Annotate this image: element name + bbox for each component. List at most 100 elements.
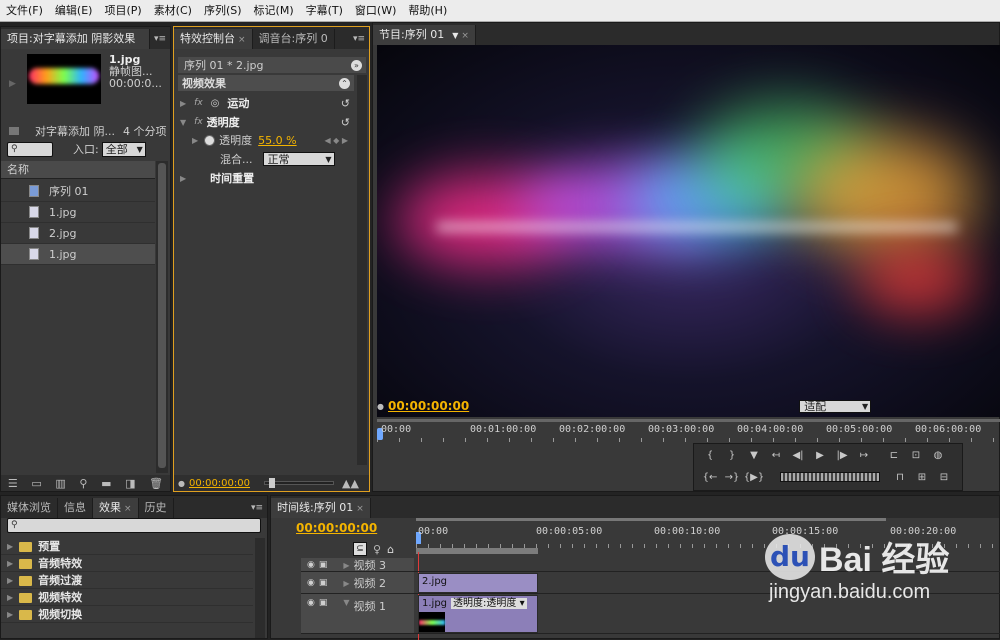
- project-item[interactable]: 序列 01: [1, 181, 155, 202]
- project-scrollbar[interactable]: [156, 161, 168, 473]
- program-timecode[interactable]: 00:00:00:00: [388, 399, 469, 413]
- menu-item[interactable]: 项目(P): [98, 0, 147, 22]
- film-icon[interactable]: ▣: [319, 598, 328, 608]
- play-in-to-out-icon[interactable]: {▶}: [744, 469, 764, 485]
- effect-timecode[interactable]: 00:00:00:00: [189, 478, 250, 489]
- new-bin-icon[interactable]: ▬: [101, 477, 111, 490]
- expand-icon[interactable]: ▶: [180, 174, 186, 183]
- project-item[interactable]: 1.jpg: [1, 202, 155, 223]
- expand-icon[interactable]: ▶: [192, 136, 198, 145]
- expand-icon[interactable]: ▶: [180, 99, 186, 108]
- play-icon[interactable]: ▶: [810, 447, 830, 463]
- reset-icon[interactable]: ↺: [341, 116, 350, 129]
- set-in-icon[interactable]: {: [700, 447, 720, 463]
- close-icon[interactable]: ×: [356, 504, 364, 514]
- track-header[interactable]: ◉ ▣ ▶ 视频 2: [301, 572, 414, 593]
- eye-icon[interactable]: ◉: [307, 578, 315, 588]
- expand-icon[interactable]: ▶: [7, 576, 13, 585]
- effects-scrollbar[interactable]: [255, 538, 265, 638]
- tab-effects-panel[interactable]: 历史: [139, 498, 174, 518]
- tab-effects-panel[interactable]: 信息: [58, 498, 93, 518]
- effects-search-input[interactable]: ⚲: [7, 518, 261, 533]
- timeline-timecode[interactable]: 00:00:00:00: [296, 521, 377, 535]
- menu-item[interactable]: 帮助(H): [402, 0, 453, 22]
- new-item-icon[interactable]: ◨: [125, 477, 135, 490]
- settings-icon[interactable]: ◍: [928, 447, 948, 463]
- multicam-icon[interactable]: ⊞: [912, 469, 932, 485]
- timeline-clip[interactable]: 1.jpg 透明度:透明度 ▾: [418, 595, 538, 633]
- expand-icon[interactable]: ▶: [7, 593, 13, 602]
- effects-folder[interactable]: ▶ 预置: [1, 538, 253, 555]
- automate-icon[interactable]: ▥: [55, 477, 65, 490]
- menu-item[interactable]: 序列(S): [198, 0, 248, 22]
- clip-fx-dropdown[interactable]: 透明度:透明度 ▾: [451, 598, 527, 609]
- menu-item[interactable]: 字幕(T): [300, 0, 349, 22]
- tab-timeline[interactable]: 时间线:序列 01 ×: [271, 498, 371, 518]
- column-header-name[interactable]: 名称: [1, 161, 155, 179]
- mountain-icon[interactable]: ▲▲: [342, 477, 359, 490]
- tab-effect-controls[interactable]: 特效控制台 ×: [174, 29, 253, 49]
- tab-effects-panel[interactable]: 效果 ×: [93, 498, 139, 518]
- film-icon[interactable]: ▣: [319, 560, 328, 570]
- tab-project[interactable]: 项目:对字幕添加 阴影效果: [1, 29, 150, 49]
- collapse-opacity-icon[interactable]: ▼: [180, 118, 186, 127]
- expand-icon[interactable]: ▼: [343, 598, 349, 607]
- keyframe-nav[interactable]: ◀ ◆ ▶: [324, 136, 348, 145]
- menu-item[interactable]: 标记(M): [248, 0, 300, 22]
- film-icon[interactable]: ▣: [319, 578, 328, 588]
- eye-icon[interactable]: ◉: [307, 560, 315, 570]
- step-forward-icon[interactable]: |▶: [832, 447, 852, 463]
- go-to-out-icon[interactable]: ↦: [854, 447, 874, 463]
- fx-badge[interactable]: fx: [194, 117, 203, 127]
- effect-time-remap[interactable]: ▶ 时间重置: [178, 170, 354, 186]
- tab-audio-mixer[interactable]: 调音台:序列 0: [253, 29, 335, 49]
- close-icon[interactable]: ×: [461, 31, 469, 41]
- keyframe-icon[interactable]: ♀: [373, 543, 381, 556]
- timeline-clip[interactable]: 2.jpg: [418, 573, 538, 593]
- collapse-icon[interactable]: ⌃: [339, 77, 350, 89]
- go-to-in-icon[interactable]: ↤: [766, 447, 786, 463]
- delete-icon[interactable]: 🗑: [149, 477, 163, 490]
- menu-item[interactable]: 编辑(E): [49, 0, 99, 22]
- fit-dropdown[interactable]: 适配 ▼: [799, 399, 872, 413]
- jog-slider[interactable]: [780, 472, 880, 482]
- lift-icon[interactable]: ⊏: [884, 447, 904, 463]
- effects-folder[interactable]: ▶ 视频特效: [1, 589, 253, 606]
- effect-motion[interactable]: ▶ fx ◎ 运动 ↺: [178, 95, 354, 111]
- program-time-ruler[interactable]: 00:00 00:01:00:00 00:02:00:00 00:03:00:00 00…: [377, 419, 1000, 442]
- snap-icon[interactable]: ⊆: [353, 542, 367, 556]
- step-back-icon[interactable]: ◀|: [788, 447, 808, 463]
- work-area-bar[interactable]: [416, 548, 538, 554]
- find-icon[interactable]: ⚲: [79, 477, 87, 490]
- opacity-value[interactable]: 55.0 %: [258, 134, 296, 147]
- expand-icon[interactable]: ▶: [343, 561, 349, 570]
- add-marker-icon[interactable]: ⌂: [387, 543, 394, 556]
- entry-dropdown[interactable]: 全部 ▼: [101, 141, 146, 157]
- list-view-icon[interactable]: ☰: [8, 477, 18, 490]
- play-icon[interactable]: ●: [178, 479, 185, 488]
- program-video-frame[interactable]: [377, 45, 1000, 417]
- fx-badge[interactable]: fx: [194, 98, 203, 108]
- project-search-input[interactable]: ⚲: [7, 141, 53, 157]
- set-out-icon[interactable]: }: [722, 447, 742, 463]
- project-item[interactable]: 2.jpg: [1, 223, 155, 244]
- menu-item[interactable]: 窗口(W): [349, 0, 402, 22]
- marker-icon[interactable]: ▼: [744, 447, 764, 463]
- zoom-slider[interactable]: [264, 478, 334, 488]
- effects-folder[interactable]: ▶ 音频过渡: [1, 572, 253, 589]
- reset-icon[interactable]: ↺: [341, 97, 350, 110]
- expand-icon[interactable]: ▶: [343, 579, 349, 588]
- project-item[interactable]: 1.jpg: [1, 244, 155, 265]
- menu-item[interactable]: 文件(F): [0, 0, 49, 22]
- go-to-in-point-icon[interactable]: {←: [700, 469, 720, 485]
- tab-program[interactable]: 节目:序列 01 ▼ ×: [373, 25, 476, 45]
- go-to-out-point-icon[interactable]: →}: [722, 469, 742, 485]
- expand-icon[interactable]: ▶: [7, 610, 13, 619]
- expand-icon[interactable]: ▶: [7, 559, 13, 568]
- panel-menu-icon[interactable]: ▾≡: [349, 29, 369, 49]
- track-header[interactable]: ◉ ▣ ▶ 视频 3: [301, 558, 414, 571]
- close-icon[interactable]: ×: [238, 35, 246, 45]
- play-thumb-icon[interactable]: ▶: [9, 79, 21, 91]
- icon-view-icon[interactable]: ▭: [31, 477, 41, 490]
- effects-folder[interactable]: ▶ 视频切换: [1, 606, 253, 623]
